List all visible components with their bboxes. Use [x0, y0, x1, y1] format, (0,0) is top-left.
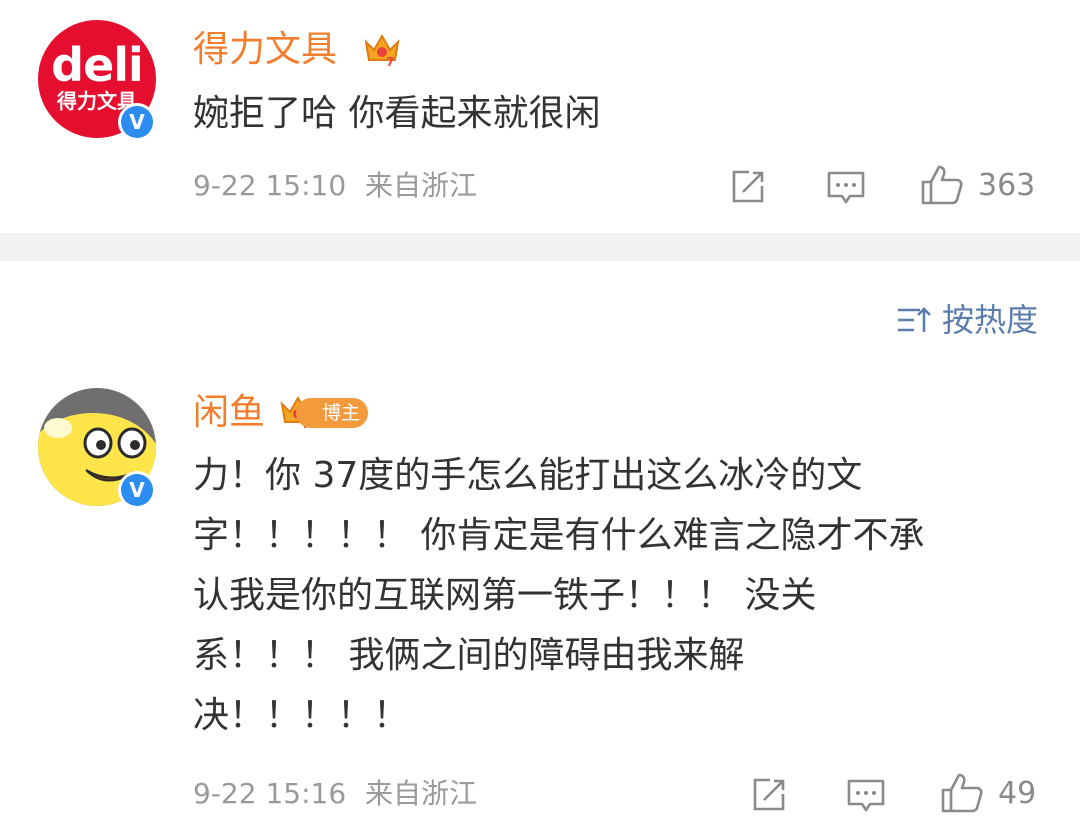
comment-date: 9-22 15:10	[193, 169, 347, 202]
blogger-badge: 博主	[296, 398, 369, 428]
verified-badge-icon: V	[118, 103, 156, 141]
like-icon[interactable]	[920, 164, 964, 206]
sort-by-hot-button[interactable]: 按热度	[896, 302, 1038, 338]
comment-text: 力！你 37度的手怎么能打出这么冰冷的文 字！！！！！ 你肯定是有什么难言之隐才…	[193, 446, 924, 746]
username[interactable]: 闲鱼	[193, 393, 265, 433]
comment-deli: deli 得力文具 V 得力文具 7 婉拒了哈 你看起来就很闲 9-22 15:…	[0, 0, 1080, 233]
sort-icon	[897, 307, 931, 332]
comment-icon[interactable]	[846, 778, 886, 814]
svg-text:7: 7	[386, 55, 394, 68]
verified-badge-icon: V	[118, 471, 156, 509]
crown-icon: 7	[364, 33, 400, 68]
like-icon[interactable]	[940, 772, 984, 814]
comment-location: 来自浙江	[365, 777, 478, 810]
repost-icon[interactable]	[729, 168, 767, 206]
avatar-logo-word: deli	[51, 38, 144, 92]
comment-line: 认我是你的互联网第一铁子！！！ 没关	[193, 575, 817, 616]
comment-date: 9-22 15:16	[193, 777, 347, 810]
like-count: 49	[998, 776, 1037, 811]
comment-text: 婉拒了哈 你看起来就很闲	[193, 84, 600, 144]
repost-icon[interactable]	[750, 776, 788, 814]
like-count: 363	[978, 168, 1036, 203]
comment-meta: 9-22 15:16 来自浙江	[193, 778, 477, 810]
comment-location: 来自浙江	[365, 169, 478, 202]
comment-meta: 9-22 15:10 来自浙江	[193, 170, 477, 202]
comment-line: 力！你 37度的手怎么能打出这么冰冷的文	[193, 455, 863, 496]
section-divider	[0, 233, 1080, 261]
comment-line: 字！！！！！ 你肯定是有什么难言之隐才不承	[193, 515, 925, 556]
username[interactable]: 得力文具	[193, 30, 337, 70]
comment-line: 决！！！！！	[193, 695, 410, 736]
comment-line: 系！！！ 我俩之间的障碍由我来解	[193, 635, 745, 676]
comment-line: 婉拒了哈 你看起来就很闲	[193, 93, 601, 134]
sort-label: 按热度	[941, 301, 1038, 339]
comment-xianyu: V 闲鱼 7 博主 力！你 37度的手怎么能打出这么冰冷的文 字！！！！！ 你肯…	[0, 380, 1080, 827]
comment-icon[interactable]	[826, 170, 866, 206]
